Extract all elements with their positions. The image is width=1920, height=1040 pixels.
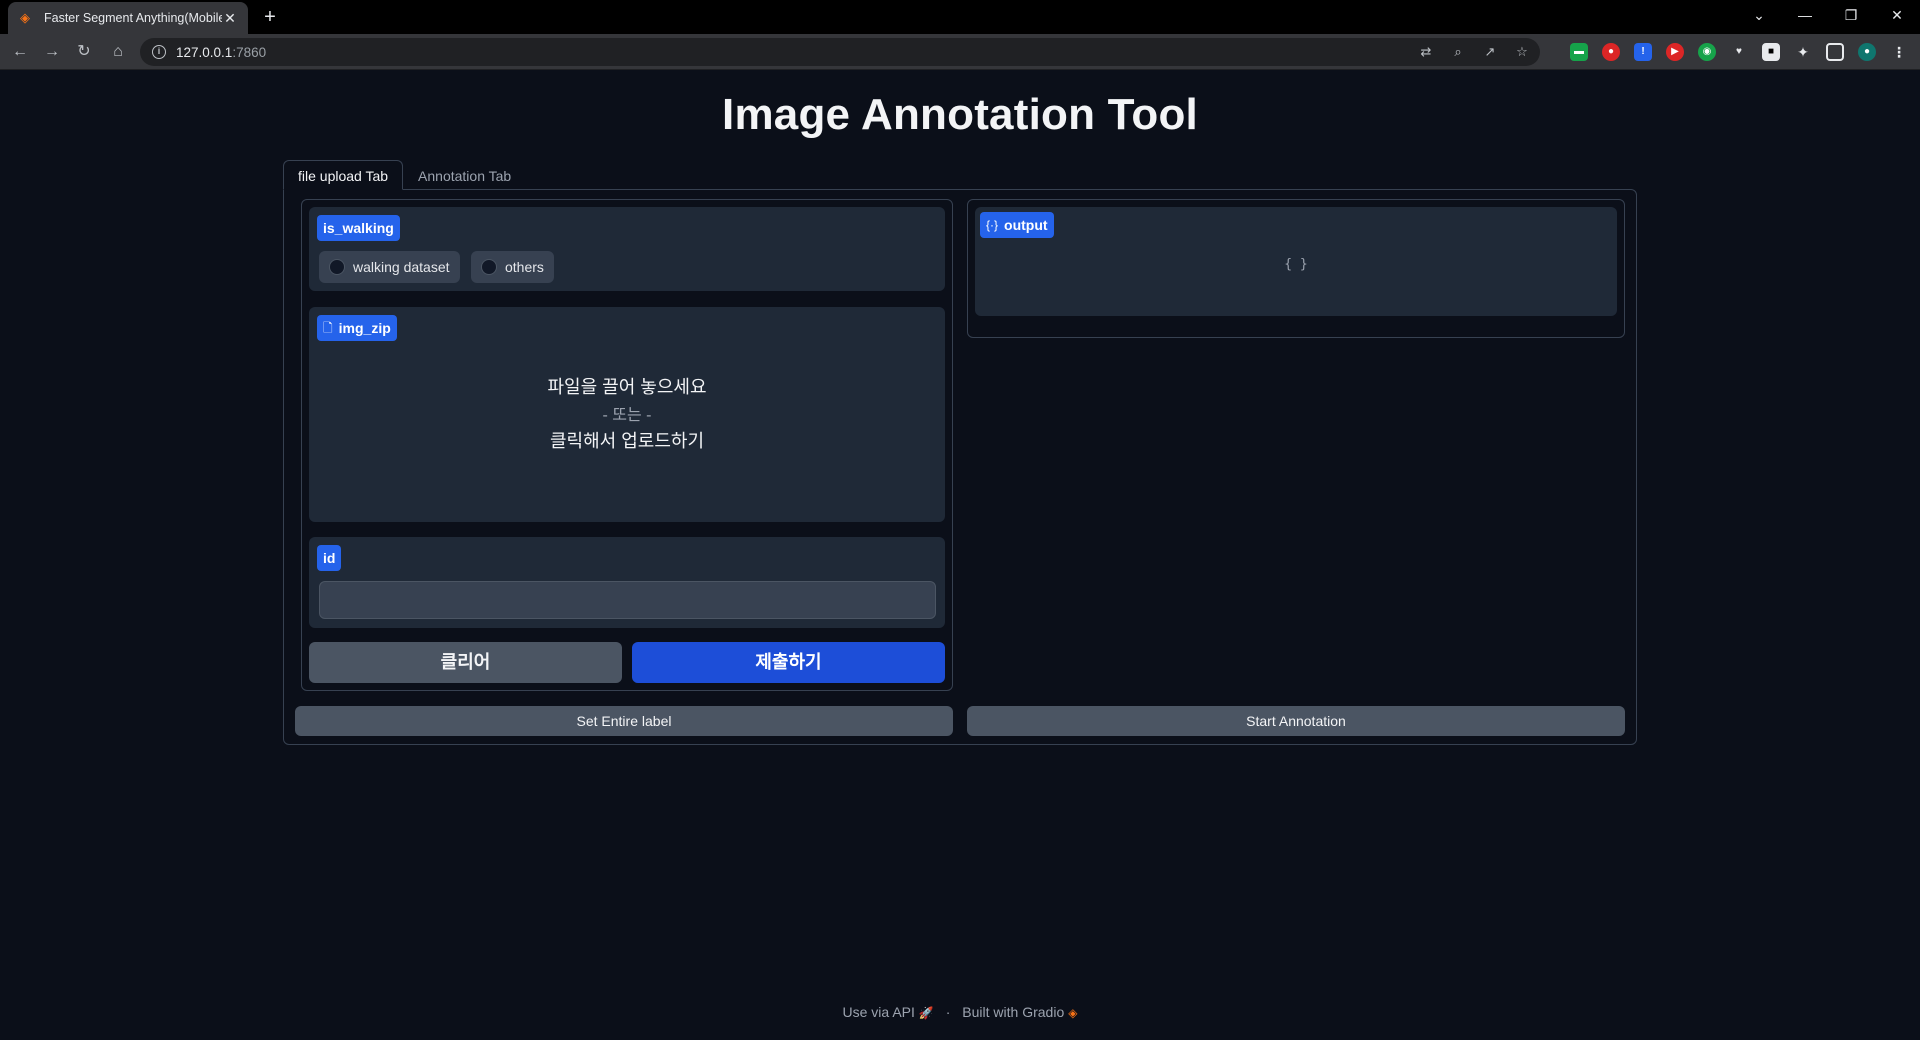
page-title: Image Annotation Tool (722, 90, 1198, 139)
translate-icon[interactable]: ⇄ (1416, 42, 1436, 62)
drop-file-text: 파일을 끌어 놓으세요 (547, 377, 707, 397)
browser-toolbar: ← → ↻ ⌂ i 127.0.0.1:7860 ⇄ ⌕ ↗ ☆ ▬ ● ! ▶… (0, 34, 1920, 70)
side-panel-icon[interactable] (1826, 43, 1844, 61)
use-via-api-link[interactable]: Use via API 🚀 (843, 1004, 934, 1020)
footer-separator: · (945, 1004, 951, 1020)
restore-button[interactable]: ❐ (1828, 0, 1874, 30)
gradio-logo-icon: ◈ (20, 10, 30, 25)
heart-extension-icon[interactable]: ♥ (1730, 43, 1748, 61)
is-walking-label: is_walking (317, 215, 400, 241)
output-json-panel: {·} output { } (975, 207, 1617, 316)
built-with-gradio-link[interactable]: Built with Gradio ◈ (962, 1004, 1077, 1020)
youtube-extension-icon[interactable]: ▶ (1666, 43, 1684, 61)
tab-search-chevron-icon[interactable]: ⌄ (1736, 0, 1782, 30)
browser-title-bar: ◈ Faster Segment Anything(MobileSAM) ✕ +… (0, 0, 1920, 34)
clear-button[interactable]: 클리어 (309, 642, 622, 683)
radio-option-label: walking dataset (353, 259, 450, 275)
radio-option-label: others (505, 259, 544, 275)
minimize-button[interactable]: — (1782, 0, 1828, 30)
or-text: - 또는 - (602, 407, 652, 424)
address-bar[interactable]: i 127.0.0.1:7860 ⇄ ⌕ ↗ ☆ (140, 38, 1540, 66)
output-block: {·} output { } (967, 199, 1625, 338)
extension-square-icon[interactable]: ■ (1762, 43, 1780, 61)
new-tab-button[interactable]: + (258, 5, 282, 29)
is-walking-radio-group: is_walking walking dataset others (309, 207, 945, 291)
share-icon[interactable]: ↗ (1480, 42, 1500, 62)
start-annotation-button[interactable]: Start Annotation (967, 706, 1625, 736)
radio-circle-icon[interactable] (329, 259, 345, 275)
json-braces-icon: {·} (986, 218, 999, 232)
browser-tab[interactable]: ◈ Faster Segment Anything(MobileSAM) ✕ (8, 2, 248, 34)
submit-button[interactable]: 제출하기 (632, 642, 945, 683)
browser-menu-icon[interactable]: ⋮ (1890, 43, 1908, 61)
extension-green-icon[interactable]: ▬ (1570, 43, 1588, 61)
close-tab-icon[interactable]: ✕ (222, 10, 238, 26)
id-input[interactable] (319, 581, 936, 619)
forward-arrow-icon[interactable]: → (40, 40, 64, 64)
set-entire-label-button[interactable]: Set Entire label (295, 706, 953, 736)
id-textbox-block: id (309, 537, 945, 628)
tab-bar: file upload Tab Annotation Tab (283, 160, 526, 190)
output-label: {·} output (980, 212, 1054, 238)
output-json-value: { } (1284, 257, 1308, 272)
extensions-puzzle-icon[interactable]: ✦ (1794, 43, 1812, 61)
id-label: id (317, 545, 342, 571)
profile-avatar-icon[interactable]: ● (1858, 43, 1876, 61)
extension-blue-icon[interactable]: ! (1634, 43, 1652, 61)
radio-option-others[interactable]: others (471, 251, 554, 283)
close-window-button[interactable]: ✕ (1874, 0, 1920, 30)
zoom-icon[interactable]: ⌕ (1448, 42, 1468, 62)
extension-red-icon[interactable]: ● (1602, 43, 1620, 61)
footer: Use via API 🚀 · Built with Gradio ◈ (0, 1004, 1920, 1020)
click-to-upload-text[interactable]: 클릭해서 업로드하기 (309, 427, 945, 453)
address-url: 127.0.0.1:7860 (176, 44, 267, 60)
site-info-icon[interactable]: i (152, 45, 166, 59)
img-zip-upload-dropzone[interactable]: 🗋 img_zip 파일을 끌어 놓으세요 - 또는 - 클릭해서 업로드하기 (309, 307, 945, 522)
back-arrow-icon[interactable]: ← (8, 40, 32, 64)
reload-icon[interactable]: ↻ (72, 40, 96, 64)
file-icon: 🗋 (323, 321, 333, 335)
extension-green-circle-icon[interactable]: ◉ (1698, 43, 1716, 61)
browser-tab-title: Faster Segment Anything(MobileSAM) (44, 11, 222, 25)
tab-file-upload[interactable]: file upload Tab (283, 160, 404, 190)
tab-annotation[interactable]: Annotation Tab (403, 160, 526, 190)
rocket-icon: 🚀 (918, 1006, 934, 1020)
home-icon[interactable]: ⌂ (106, 40, 130, 64)
input-form-block: is_walking walking dataset others 🗋 img_… (301, 199, 953, 691)
radio-option-walking-dataset[interactable]: walking dataset (319, 251, 460, 283)
bookmark-star-icon[interactable]: ☆ (1512, 42, 1532, 62)
img-zip-label: 🗋 img_zip (317, 315, 397, 341)
gradio-logo-icon: ◈ (1068, 1006, 1078, 1020)
radio-circle-icon[interactable] (481, 259, 497, 275)
